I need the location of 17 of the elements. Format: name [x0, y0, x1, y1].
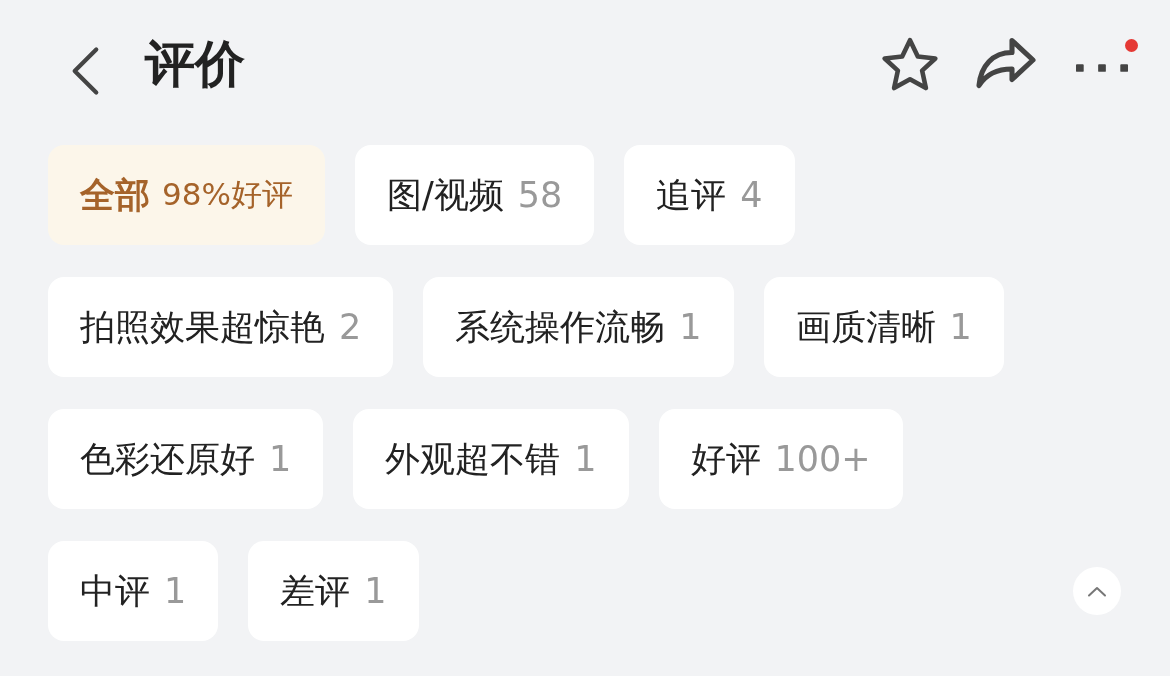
filter-chip[interactable]: 系统操作流畅 1 — [423, 277, 734, 377]
filter-chip[interactable]: 外观超不错 1 — [353, 409, 629, 509]
filter-chip[interactable]: 差评 1 — [248, 541, 419, 641]
star-icon[interactable] — [882, 37, 938, 91]
filter-chip[interactable]: 追评 4 — [624, 145, 795, 245]
share-icon[interactable] — [976, 37, 1036, 89]
back-icon[interactable] — [70, 46, 100, 96]
filter-chip[interactable]: 好评 100+ — [658, 409, 903, 509]
filter-chip[interactable]: 拍照效果超惊艳 2 — [48, 277, 394, 377]
filter-chip[interactable]: 中评 1 — [48, 541, 219, 641]
filter-chip[interactable]: 图/视频 58 — [354, 145, 595, 245]
filter-chip[interactable]: 全部 98%好评 — [48, 145, 325, 245]
filter-chip[interactable]: 色彩还原好 1 — [48, 409, 324, 509]
page-title: 评价 — [145, 39, 245, 89]
chevron-up-icon — [1087, 585, 1107, 597]
more-icon[interactable] — [1076, 64, 1128, 72]
filter-chip[interactable]: 画质清晰 1 — [763, 277, 1004, 377]
